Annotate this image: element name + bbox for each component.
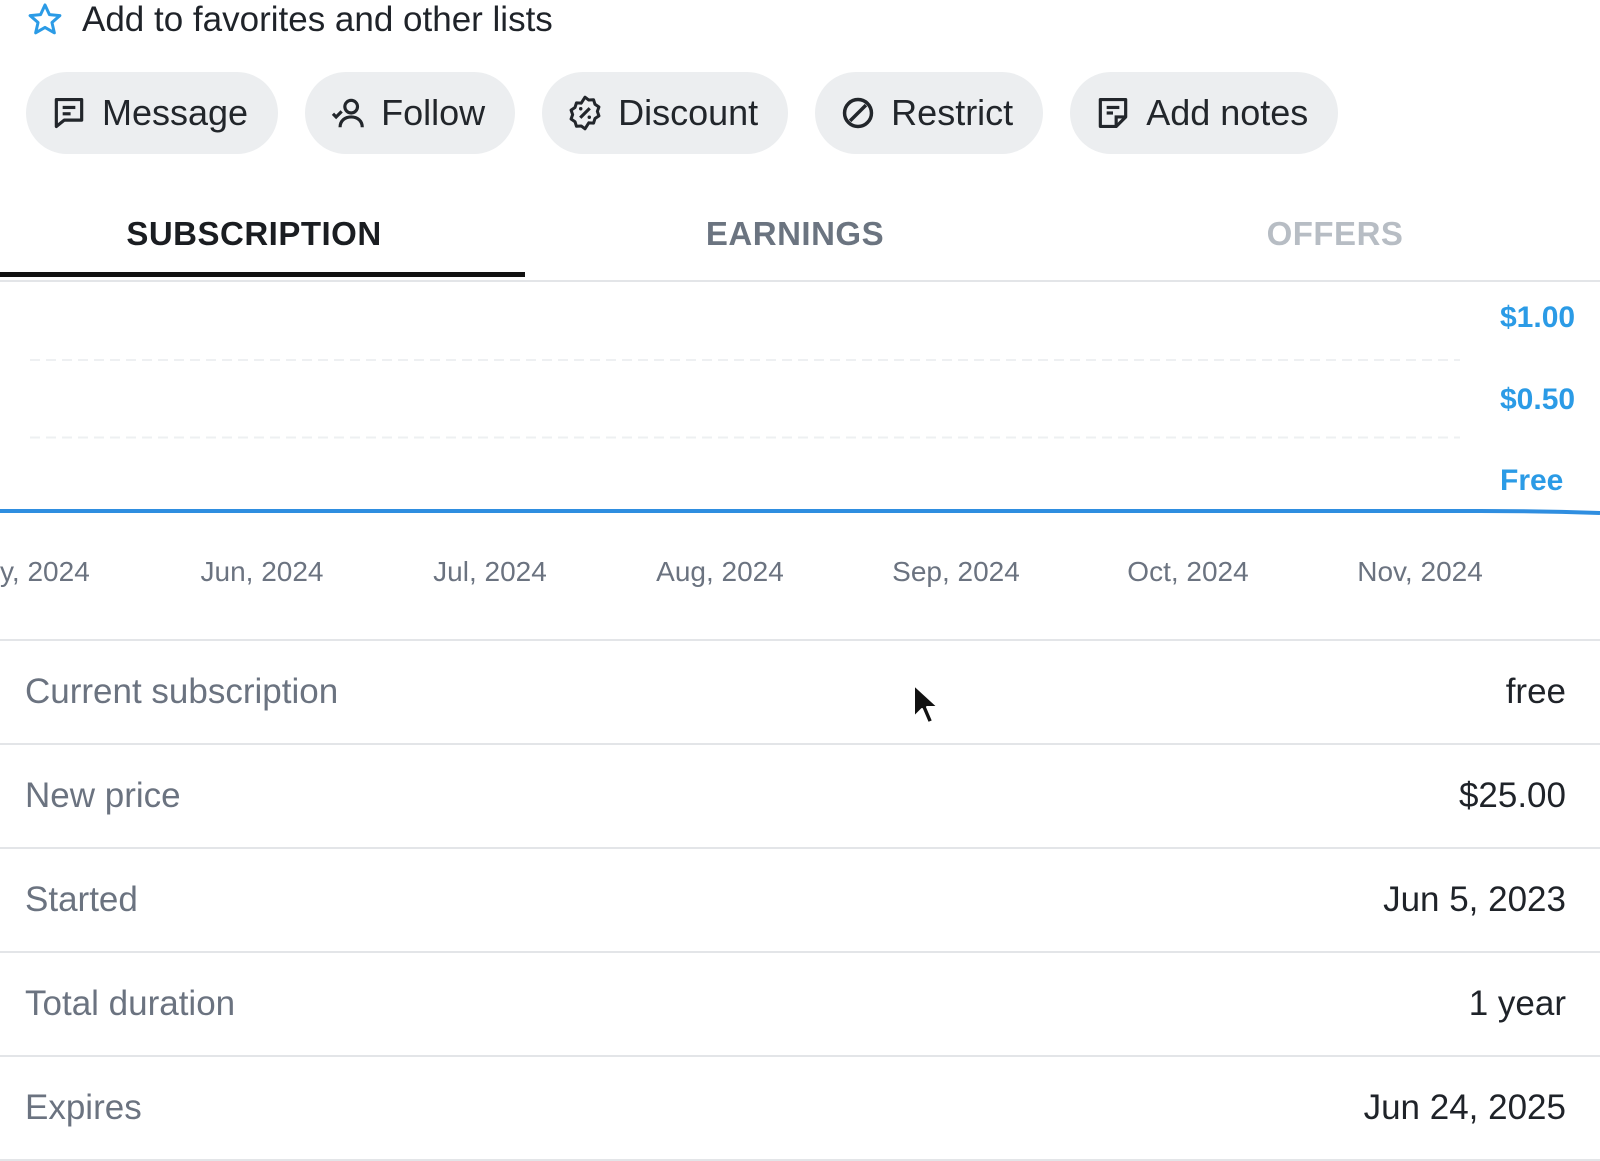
add-notes-label: Add notes: [1146, 92, 1309, 133]
x-tick-label: Oct, 2024: [1127, 556, 1248, 587]
x-tick-label: Aug, 2024: [656, 556, 784, 587]
series-line: [0, 509, 1600, 515]
expires-label: Expires: [25, 1088, 142, 1127]
notes-icon: [1098, 97, 1128, 129]
detail-row-total-duration: Total duration 1 year: [0, 953, 1600, 1057]
expires-value: Jun 24, 2025: [1363, 1088, 1566, 1127]
x-tick-label: Jul, 2024: [433, 556, 547, 587]
total-duration-label: Total duration: [25, 984, 236, 1023]
tab-subscription[interactable]: SUBSCRIPTION: [0, 188, 508, 280]
discount-label: Discount: [618, 92, 759, 133]
add-to-favorites-label: Add to favorites and other lists: [82, 0, 553, 39]
add-to-favorites-link[interactable]: Add to favorites and other lists: [26, 0, 553, 40]
add-notes-button[interactable]: Add notes: [1070, 72, 1339, 154]
restrict-label: Restrict: [891, 92, 1014, 133]
message-label: Message: [102, 92, 249, 133]
tab-bar: SUBSCRIPTION EARNINGS OFFERS: [0, 188, 1600, 282]
y-tick-label: $1.00: [1500, 301, 1575, 334]
follow-label: Follow: [381, 92, 486, 133]
started-label: Started: [25, 880, 138, 919]
star-outline-icon: [28, 3, 62, 35]
x-tick-label: Sep, 2024: [892, 556, 1020, 587]
active-tab-indicator: [0, 272, 525, 277]
x-tick-label: y, 2024: [0, 556, 90, 587]
x-tick-label: Jun, 2024: [201, 556, 324, 587]
y-tick-label: $0.50: [1500, 383, 1575, 416]
total-duration-value: 1 year: [1468, 984, 1566, 1023]
tab-offers[interactable]: OFFERS: [1080, 188, 1590, 280]
current-subscription-label: Current subscription: [25, 672, 339, 711]
follow-button[interactable]: Follow: [305, 72, 516, 154]
subscription-chart: $1.00 $0.50 Free y, 2024 Jun, 2024 Jul, 2024…: [0, 301, 1600, 587]
message-icon: [54, 97, 84, 129]
mouse-cursor-icon: [913, 684, 939, 724]
x-tick-label: Nov, 2024: [1357, 556, 1483, 587]
discount-button[interactable]: Discount: [542, 72, 789, 154]
discount-badge-icon: [569, 95, 601, 131]
detail-row-new-price: New price $25.00: [0, 745, 1600, 849]
started-value: Jun 5, 2023: [1383, 880, 1566, 919]
detail-row-current-subscription: Current subscription free: [0, 641, 1600, 745]
tab-earnings[interactable]: EARNINGS: [540, 188, 1050, 280]
new-price-label: New price: [25, 776, 181, 815]
detail-row-started: Started Jun 5, 2023: [0, 849, 1600, 953]
current-subscription-value: free: [1505, 672, 1566, 711]
detail-row-expires: Expires Jun 24, 2025: [0, 1057, 1600, 1161]
restrict-button[interactable]: Restrict: [815, 72, 1044, 154]
y-tick-label: Free: [1500, 464, 1563, 497]
message-button[interactable]: Message: [26, 72, 279, 154]
follow-user-icon: [331, 98, 364, 128]
new-price-value: $25.00: [1458, 776, 1566, 815]
action-buttons: Message Follow Discount Restrict Add not…: [26, 72, 1339, 154]
restrict-icon: [842, 97, 874, 129]
subscription-details: Current subscription free New price $25.…: [0, 639, 1600, 1161]
